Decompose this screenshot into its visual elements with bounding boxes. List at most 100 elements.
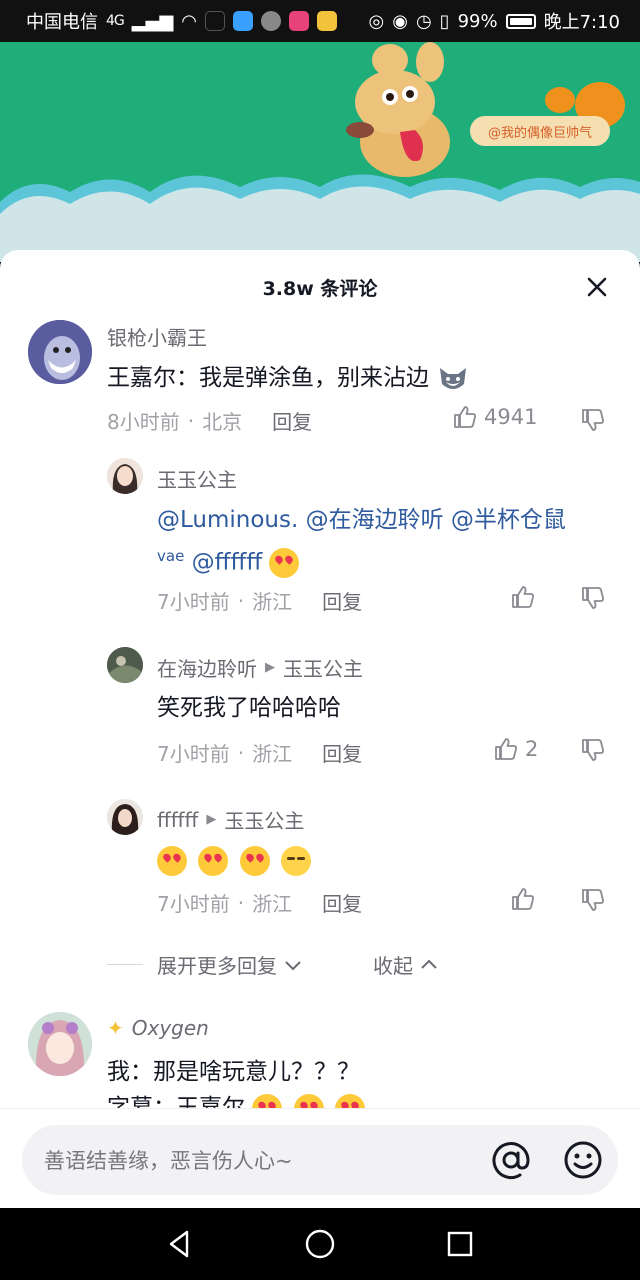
reply-meta: 7小时前 · 浙江 回复 — [157, 586, 362, 615]
reply-button[interactable]: 回复 — [322, 738, 362, 767]
meta-dot: · — [237, 588, 245, 613]
network-label: 4G — [106, 13, 125, 29]
like-button[interactable]: 4941 — [452, 404, 537, 430]
avatar-image — [107, 799, 143, 835]
like-count: 2 — [525, 737, 539, 761]
collapse-label: 收起 — [373, 954, 413, 978]
comment-count-title: 3.8w 条评论 — [262, 277, 378, 300]
reply-meta: 7小时前 · 浙江 回复 — [157, 888, 362, 917]
like-button[interactable] — [510, 886, 536, 912]
avatar-image — [28, 320, 92, 384]
wolf-emoji-icon — [440, 367, 467, 389]
comment-input-placeholder: 善语结善缘，恶言伤人心~ — [44, 1149, 293, 1173]
reply-time: 7小时前 — [157, 742, 230, 766]
meta-dot: · — [237, 740, 245, 765]
reply-meta: 7小时前 · 浙江 回复 — [157, 738, 362, 767]
wifi-icon: ◠ — [181, 10, 198, 32]
close-button[interactable] — [582, 272, 612, 302]
heart-eyes-emoji-icon — [157, 845, 187, 876]
avatar-image — [107, 647, 143, 683]
nfc-icon: ◎ — [368, 10, 385, 32]
reply-button[interactable]: 回复 — [322, 586, 362, 615]
comment-text-body: 王嘉尔：我是弹涂鱼，别来沾边 — [107, 365, 429, 391]
reply-location: 浙江 — [252, 590, 293, 614]
reply-to-username[interactable]: 玉玉公主 — [283, 653, 363, 682]
battery-icon — [505, 13, 536, 29]
comment-username[interactable]: 银枪小霸王 — [107, 322, 207, 351]
avatar[interactable] — [28, 1012, 92, 1076]
tiktok-app-icon — [205, 11, 226, 31]
reply-location: 浙江 — [252, 742, 293, 766]
heart-eyes-emoji-icon — [269, 548, 300, 579]
comment-text[interactable]: 王嘉尔：我是弹涂鱼，别来沾边 — [107, 360, 470, 396]
comment-text-line1[interactable]: 我：那是啥玩意儿？？？ — [107, 1054, 360, 1090]
reply-text[interactable]: 笑死我了哈哈哈哈 — [157, 690, 341, 726]
thumbs-down-icon — [582, 889, 604, 911]
reply-to-username[interactable]: 玉玉公主 — [224, 805, 304, 834]
reply-username-row: ffffff ▶ 玉玉公主 — [157, 805, 304, 834]
status-bar: 中国电信 4G ▂▄▆ ◠ ◎ ◉ ◷ ▯ 99% 晚上7:10 — [0, 0, 640, 42]
dislike-button[interactable] — [580, 887, 606, 917]
comment-location: 北京 — [202, 410, 243, 434]
reply-mentions-line2[interactable]: vae @ffffff — [157, 538, 303, 581]
mention-sup: vae — [157, 547, 185, 565]
thumbs-down-icon — [582, 409, 604, 431]
comment-meta: 8小时前 · 北京 回复 — [107, 406, 312, 435]
emoji-icon — [252, 1093, 283, 1108]
dislike-button[interactable] — [580, 585, 606, 615]
dislike-button[interactable] — [580, 737, 606, 767]
comment-input-bar: 善语结善缘，恶言伤人心~ — [0, 1108, 640, 1208]
video-banner[interactable]: @我的偶像巨帅气 — [0, 42, 640, 262]
reply-username[interactable]: 玉玉公主 — [157, 464, 237, 493]
comment-time: 8小时前 — [107, 410, 180, 434]
reply-time: 7小时前 — [157, 590, 230, 614]
reply-username-row: 在海边聆听 ▶ 玉玉公主 — [157, 653, 363, 682]
reply-emoji-text[interactable] — [157, 842, 315, 878]
reply-mentions-line1[interactable]: @Luminous. @在海边聆听 @半杯仓鼠 — [157, 502, 566, 538]
thumbs-up-icon — [512, 586, 534, 608]
mention-at-icon[interactable] — [490, 1139, 532, 1181]
reply-button[interactable]: 回复 — [322, 888, 362, 917]
like-button[interactable] — [510, 584, 536, 610]
avatar[interactable] — [107, 458, 143, 494]
system-nav-bar — [0, 1208, 640, 1280]
clock: 晚上7:10 — [543, 12, 620, 33]
thumbs-up-icon — [512, 888, 534, 910]
eye-icon: ◉ — [392, 10, 408, 32]
recents-icon[interactable] — [445, 1229, 475, 1259]
emoji-icon — [334, 1093, 365, 1108]
reply-button[interactable]: 回复 — [272, 406, 312, 435]
cartoon-dog — [346, 42, 450, 177]
pumpkin-decoration — [545, 87, 575, 113]
like-button[interactable]: 2 — [493, 736, 538, 762]
emoji-icon — [293, 1093, 324, 1108]
avatar-image — [107, 458, 143, 494]
dislike-button[interactable] — [580, 407, 606, 437]
expand-divider — [107, 964, 143, 965]
carrier-label: 中国电信 — [26, 12, 98, 33]
comment-text-line2[interactable]: 字幕：王嘉尔 — [107, 1090, 369, 1108]
reply-username[interactable]: 在海边聆听 — [157, 653, 257, 682]
home-icon[interactable] — [304, 1228, 336, 1260]
heart-eyes-emoji-icon — [198, 845, 229, 876]
avatar[interactable] — [107, 799, 143, 835]
reply-username[interactable]: ffffff — [157, 808, 198, 832]
sheet-header: 3.8w 条评论 — [0, 250, 640, 324]
thumbs-down-icon — [582, 739, 604, 761]
comment-input[interactable]: 善语结善缘，恶言伤人心~ — [22, 1125, 618, 1195]
collapse-button[interactable]: 收起 — [373, 950, 439, 979]
avatar[interactable] — [107, 647, 143, 683]
back-icon[interactable] — [165, 1229, 195, 1259]
close-icon — [587, 277, 607, 297]
banner-tag: @我的偶像巨帅气 — [470, 116, 610, 146]
reply-arrow-icon: ▶ — [206, 812, 217, 827]
comment-text-line2-body: 字幕：王嘉尔 — [107, 1095, 245, 1108]
reply-location: 浙江 — [252, 892, 293, 916]
expand-more-button[interactable]: 展开更多回复 — [157, 950, 303, 979]
avatar[interactable] — [28, 320, 92, 384]
app-icon — [261, 11, 282, 31]
thumbs-up-icon — [495, 738, 517, 760]
comment-username[interactable]: Oxygen — [132, 1016, 209, 1040]
comment-sheet: 3.8w 条评论 银枪小霸王 王嘉尔：我是弹涂鱼，别来沾边 8小时前 · 北京 … — [0, 250, 640, 1108]
emoji-smile-icon[interactable] — [562, 1139, 604, 1181]
